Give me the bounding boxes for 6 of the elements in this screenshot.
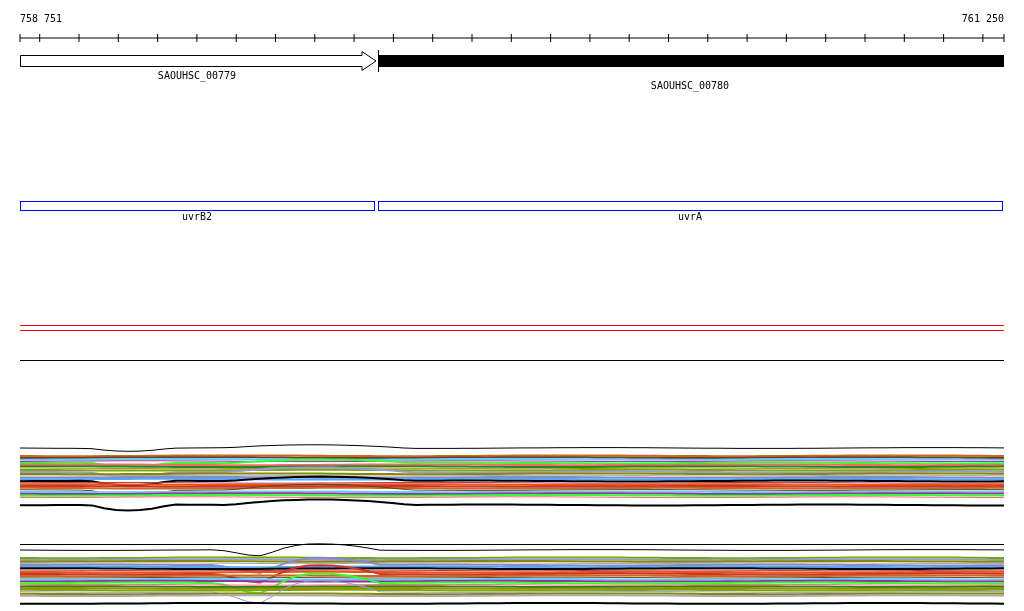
feature-label: uvrB2	[181, 211, 213, 222]
gene-label: SAOUHSC_00780	[650, 80, 730, 91]
feature-label: uvrA	[677, 211, 703, 222]
end-coordinate: 761 250	[961, 12, 1004, 26]
gene-label: SAOUHSC_00779	[157, 70, 237, 81]
start-coordinate: 758 751	[20, 12, 63, 26]
